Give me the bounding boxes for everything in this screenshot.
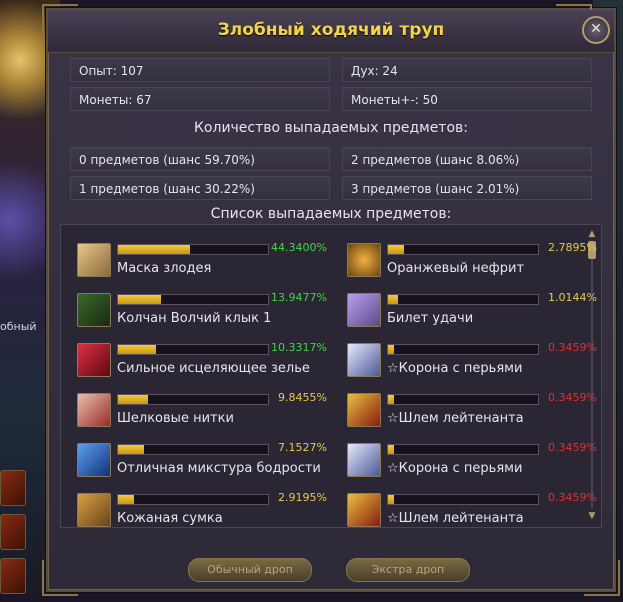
drop-chance-percent: 2.9195% bbox=[278, 491, 327, 504]
drop-chance-bar bbox=[387, 244, 539, 255]
drop-count-row: 1 предметов (шанс 30.22%) bbox=[70, 176, 330, 200]
drop-chance-percent: 0.3459% bbox=[548, 341, 597, 354]
feather-crown-icon[interactable] bbox=[347, 443, 381, 477]
list-item[interactable]: 0.3459% ☆Шлем лейтенанта bbox=[347, 391, 597, 433]
quiver-icon[interactable] bbox=[77, 293, 111, 327]
drop-count-row: 3 предметов (шанс 2.01%) bbox=[342, 176, 592, 200]
frame-corner bbox=[42, 560, 78, 596]
list-item[interactable]: 10.3317% Сильное исцеляющее зелье bbox=[77, 341, 327, 383]
skill-bar-fragment bbox=[0, 470, 26, 602]
close-icon: ✕ bbox=[590, 21, 602, 37]
drop-chance-bar-fill bbox=[118, 245, 190, 254]
drop-chance-bar-fill bbox=[118, 445, 144, 454]
item-name: Билет удачи bbox=[387, 311, 474, 326]
spirit-stat: Дух: 24 bbox=[342, 58, 592, 82]
skill-slot-icon[interactable] bbox=[0, 470, 26, 506]
window-title: Злобный ходячий труп bbox=[217, 20, 445, 40]
item-name: Шелковые нитки bbox=[117, 411, 234, 426]
drop-chance-percent: 0.3459% bbox=[548, 491, 597, 504]
skill-slot-icon[interactable] bbox=[0, 514, 26, 550]
drop-chance-bar bbox=[387, 494, 539, 505]
drop-chance-bar bbox=[117, 394, 269, 405]
drop-chance-bar bbox=[387, 394, 539, 405]
list-item[interactable]: 0.3459% ☆Шлем лейтенанта bbox=[347, 491, 597, 533]
item-name: Оранжевый нефрит bbox=[387, 261, 525, 276]
list-item[interactable]: 7.1527% Отличная микстура бодрости bbox=[77, 441, 327, 483]
lieutenant-helmet-icon[interactable] bbox=[347, 493, 381, 527]
silk-thread-icon[interactable] bbox=[77, 393, 111, 427]
item-name: ☆Шлем лейтенанта bbox=[387, 411, 524, 426]
skill-slot-icon[interactable] bbox=[0, 558, 26, 594]
drop-chance-bar bbox=[117, 444, 269, 455]
item-name: ☆Корона с перьями bbox=[387, 361, 523, 376]
drop-chance-percent: 44.3400% bbox=[271, 241, 327, 254]
drop-chance-percent: 1.0144% bbox=[548, 291, 597, 304]
title-bar: Злобный ходячий труп bbox=[48, 10, 614, 53]
drop-chance-bar-fill bbox=[388, 495, 394, 504]
list-item[interactable]: 0.3459% ☆Корона с перьями bbox=[347, 341, 597, 383]
drop-chance-bar bbox=[117, 244, 269, 255]
item-name: Отличная микстура бодрости bbox=[117, 461, 321, 476]
drop-chance-percent: 0.3459% bbox=[548, 441, 597, 454]
drop-count-row: 2 предметов (шанс 8.06%) bbox=[342, 147, 592, 171]
list-item[interactable]: 2.7895% Оранжевый нефрит bbox=[347, 241, 597, 283]
red-potion-icon[interactable] bbox=[77, 343, 111, 377]
drop-chance-percent: 13.9477% bbox=[271, 291, 327, 304]
list-item[interactable]: 13.9477% Колчан Волчий клык 1 bbox=[77, 291, 327, 333]
drop-chance-percent: 10.3317% bbox=[271, 341, 327, 354]
item-name: Колчан Волчий клык 1 bbox=[117, 311, 272, 326]
drop-chance-percent: 9.8455% bbox=[278, 391, 327, 404]
drop-chance-percent: 0.3459% bbox=[548, 391, 597, 404]
drop-count-heading: Количество выпадаемых предметов: bbox=[193, 120, 468, 136]
list-item[interactable]: 9.8455% Шелковые нитки bbox=[77, 391, 327, 433]
drop-list: ▲ ▼ 44.3400% Маска злодея 2.7895% Оранжевый… bbox=[60, 224, 602, 528]
item-name: ☆Корона с перьями bbox=[387, 461, 523, 476]
drop-chance-bar bbox=[117, 294, 269, 305]
drop-chance-bar bbox=[387, 294, 539, 305]
coins-stat: Монеты: 67 bbox=[70, 87, 330, 111]
leather-bag-icon[interactable] bbox=[77, 493, 111, 527]
drop-count-row: 0 предметов (шанс 59.70%) bbox=[70, 147, 330, 171]
frame-corner bbox=[584, 560, 620, 596]
extra-drop-button[interactable]: Экстра дроп bbox=[346, 558, 470, 582]
coins-plus-stat: Монеты+-: 50 bbox=[342, 87, 592, 111]
drop-chance-bar-fill bbox=[388, 445, 394, 454]
drop-chance-bar bbox=[117, 494, 269, 505]
drop-chance-bar-fill bbox=[118, 345, 157, 354]
scroll-up-arrow-icon[interactable]: ▲ bbox=[587, 229, 597, 239]
feather-crown-icon[interactable] bbox=[347, 343, 381, 377]
drop-chance-bar-fill bbox=[388, 345, 394, 354]
drop-chance-bar-fill bbox=[118, 295, 162, 304]
drop-chance-percent: 2.7895% bbox=[548, 241, 597, 254]
drop-chance-bar-fill bbox=[388, 395, 394, 404]
drop-chance-bar bbox=[117, 344, 269, 355]
list-item[interactable]: 0.3459% ☆Корона с перьями bbox=[347, 441, 597, 483]
exp-stat: Опыт: 107 bbox=[70, 58, 330, 82]
drop-chance-bar-fill bbox=[388, 295, 398, 304]
drop-chance-bar bbox=[387, 344, 539, 355]
list-item[interactable]: 44.3400% Маска злодея bbox=[77, 241, 327, 283]
drop-list-heading: Список выпадаемых предметов: bbox=[210, 206, 452, 222]
monster-drop-window: Злобный ходячий труп ✕ Опыт: 107 Дух: 24… bbox=[42, 4, 620, 596]
item-name: Маска злодея bbox=[117, 261, 212, 276]
item-name: Сильное исцеляющее зелье bbox=[117, 361, 310, 376]
list-item[interactable]: 2.9195% Кожаная сумка bbox=[77, 491, 327, 533]
drop-chance-bar-fill bbox=[118, 495, 135, 504]
lieutenant-helmet-icon[interactable] bbox=[347, 393, 381, 427]
close-button[interactable]: ✕ bbox=[582, 16, 610, 44]
drop-chance-percent: 7.1527% bbox=[278, 441, 327, 454]
mask-icon[interactable] bbox=[77, 243, 111, 277]
item-name: ☆Шлем лейтенанта bbox=[387, 511, 524, 526]
background-npc-name: обный bbox=[0, 320, 37, 333]
normal-drop-button[interactable]: Обычный дроп bbox=[188, 558, 312, 582]
ticket-icon[interactable] bbox=[347, 293, 381, 327]
drop-chance-bar-fill bbox=[388, 245, 405, 254]
drop-chance-bar bbox=[387, 444, 539, 455]
item-name: Кожаная сумка bbox=[117, 511, 223, 526]
list-item[interactable]: 1.0144% Билет удачи bbox=[347, 291, 597, 333]
drop-chance-bar-fill bbox=[118, 395, 148, 404]
jade-icon[interactable] bbox=[347, 243, 381, 277]
blue-potion-icon[interactable] bbox=[77, 443, 111, 477]
